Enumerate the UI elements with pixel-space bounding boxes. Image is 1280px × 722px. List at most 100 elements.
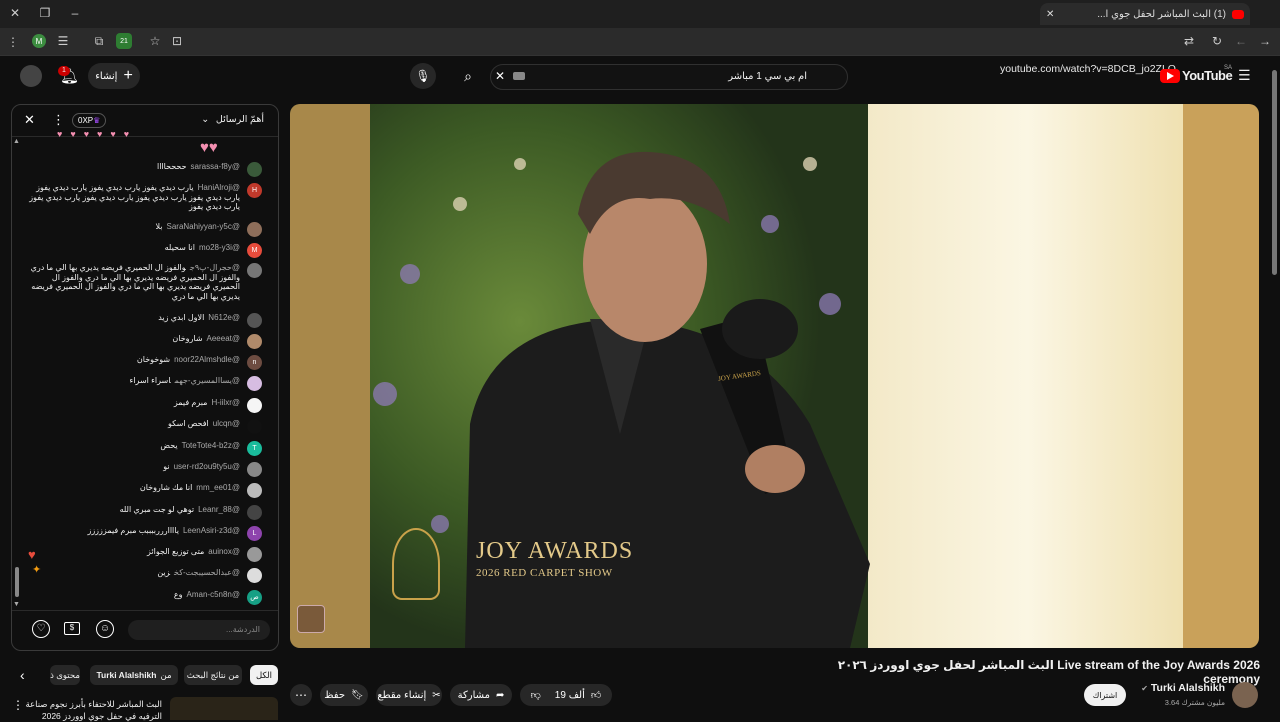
tab-youtube[interactable]: (1) البث المباشر لحفل جوي ا... ✕ [1040,3,1250,25]
chat-avatar[interactable]: H [247,183,262,198]
chip-related[interactable]: محتوى ذ [50,665,80,685]
chat-avatar[interactable]: ص [247,590,262,605]
minimize-icon[interactable]: – [68,6,82,20]
save-button[interactable]: حفظ 🔖︎ [320,684,368,706]
chat-scrollbar[interactable] [15,567,19,597]
scroll-up-icon[interactable]: ▲ [13,138,20,145]
chat-author[interactable]: @LeenAsiri-z3d [183,526,240,535]
bookmark-star-icon[interactable]: ☆ [148,34,162,48]
reading-list-icon[interactable]: ☰ [56,34,70,48]
recommended-more-icon[interactable]: ⋮ [12,698,24,712]
chat-author[interactable]: @mo28-y3i [199,243,240,252]
channel-name[interactable]: ✔ Turki Alalshikh [1140,682,1225,694]
chat-author[interactable]: @Aeeeat [207,334,240,343]
chat-author[interactable]: @عبدالحسيبجت-كخ [174,568,240,577]
chat-avatar[interactable] [247,462,262,477]
close-window-icon[interactable]: ✕ [8,6,22,20]
chat-avatar[interactable] [247,505,262,520]
chat-author[interactable]: @Leanr_88 [198,505,240,514]
guide-menu-icon[interactable]: ☰ [1238,67,1254,83]
chat-avatar[interactable] [247,547,262,562]
reload-icon[interactable]: ↻ [1210,34,1224,48]
chat-avatar[interactable] [247,568,262,583]
close-chat-icon[interactable]: ✕ [24,112,35,128]
chat-avatar[interactable] [247,483,262,498]
chat-avatar[interactable] [247,398,262,413]
forward-icon[interactable]: → [1258,34,1272,48]
chat-message-body: @sarassa-f8y ححححاااا [26,162,240,172]
browser-menu-icon[interactable]: ⋮ [7,34,19,50]
share-button[interactable]: مشاركة ➦ [450,684,512,706]
account-avatar[interactable] [20,65,42,87]
chat-author[interactable]: @ToteTote4-b2z [182,441,240,450]
chat-author[interactable]: @user-rd2ou9ty5u [174,462,240,471]
subscribe-button[interactable]: اشتراك [1084,684,1126,706]
chip-all[interactable]: الكل [250,665,278,685]
page-scrollbar[interactable] [1272,70,1277,275]
chat-avatar[interactable] [247,334,262,349]
clip-button[interactable]: إنشاء مقطع ✂ [376,684,442,706]
youtube-favicon-icon [1232,9,1244,19]
chat-avatar[interactable]: T [247,441,262,456]
search-button[interactable]: ⌕ [455,63,481,89]
chat-message-body: @H-iilxrمبرم فيمز [26,398,240,408]
chat-text: اسراء اسراء [129,376,171,385]
site-settings-icon[interactable]: ⇄ [1182,34,1196,48]
chat-author[interactable]: @noor22Almshdle [174,355,240,364]
video-player[interactable]: JOY AWARDS JOY AWARDS 2026 RED CARPET SH… [290,104,1259,648]
chat-more-icon[interactable]: ⋮ [52,112,65,128]
chat-author[interactable]: @H-iilxr [211,398,240,407]
chat-author[interactable]: @حجرال-پ۹ج [190,263,240,272]
chat-message: @Leanr_88توهي لو جت مبري الله [26,505,262,520]
create-button[interactable]: إنشاء + [88,63,140,89]
chip-from-channel[interactable]: من Turki Alalshikh [90,665,178,685]
more-actions-button[interactable]: ⋯ [290,684,312,706]
chat-input[interactable]: الدردشة... [128,620,270,640]
chat-author[interactable]: @SaraNahiyyan-y5c [167,222,241,231]
extensions-icon[interactable]: ⧉ [92,34,106,48]
emoji-picker-icon[interactable]: ☺ [96,620,114,638]
chat-author[interactable]: @sarassa-f8y [191,162,240,171]
chat-author[interactable]: @Aman-c5n8n [187,590,240,599]
chevron-down-icon: ⌄ [201,114,210,125]
youtube-logo[interactable]: YouTube SA [1160,65,1233,85]
chat-avatar[interactable]: M [247,243,262,258]
chat-mode-selector[interactable]: أهمّ الرسائل ⌄ [201,114,264,125]
chat-author[interactable]: @يساالمسيري-جهم [175,376,240,385]
extension-badge-icon[interactable]: 21 [116,33,132,49]
chat-avatar[interactable] [247,222,262,237]
back-icon[interactable]: ← [1234,34,1248,48]
chat-avatar[interactable] [247,263,262,278]
maximize-icon[interactable]: ❐ [38,6,52,20]
chat-avatar[interactable] [247,419,262,434]
chat-avatar[interactable] [247,162,262,177]
dislike-icon[interactable]: 👎︎ [531,689,541,701]
chat-author[interactable]: @N612e [208,313,240,322]
channel-avatar[interactable] [1232,682,1258,708]
chat-avatar[interactable]: L [247,526,262,541]
like-icon[interactable]: 👍︎ [591,689,601,701]
scroll-down-icon[interactable]: ▼ [13,601,20,608]
keyboard-icon[interactable] [513,72,525,80]
recommended-thumbnail[interactable] [170,697,278,720]
install-app-icon[interactable]: ⊡ [170,34,184,48]
search-input[interactable]: ام بي سي 1 مباشر [728,71,807,82]
chip-search-results[interactable]: من نتائج البحث [184,665,242,685]
xp-badge[interactable]: 0XP♛ [72,113,107,128]
chat-author[interactable]: @mm_ee01 [196,483,240,492]
likes-count: 19 ألف [554,689,585,701]
chat-avatar[interactable] [247,376,262,391]
tab-close-icon[interactable]: ✕ [1046,9,1054,20]
search-box[interactable]: ✕ ام بي سي 1 مباشر [490,64,848,90]
chat-author[interactable]: @HaniAlroji [198,183,240,192]
chevron-left-icon[interactable]: ‹ [20,667,25,683]
chat-avatar[interactable] [247,313,262,328]
chat-author[interactable]: @ulcqn [213,419,240,428]
chat-author[interactable]: @auinox [208,547,240,556]
profile-avatar[interactable]: M [32,34,46,48]
super-chat-icon[interactable]: $ [64,622,80,635]
heart-button-icon[interactable]: ♡ [32,620,50,638]
voice-search-button[interactable]: 🎙︎ [410,63,436,89]
chat-avatar[interactable]: n [247,355,262,370]
clear-search-icon[interactable]: ✕ [495,69,505,83]
